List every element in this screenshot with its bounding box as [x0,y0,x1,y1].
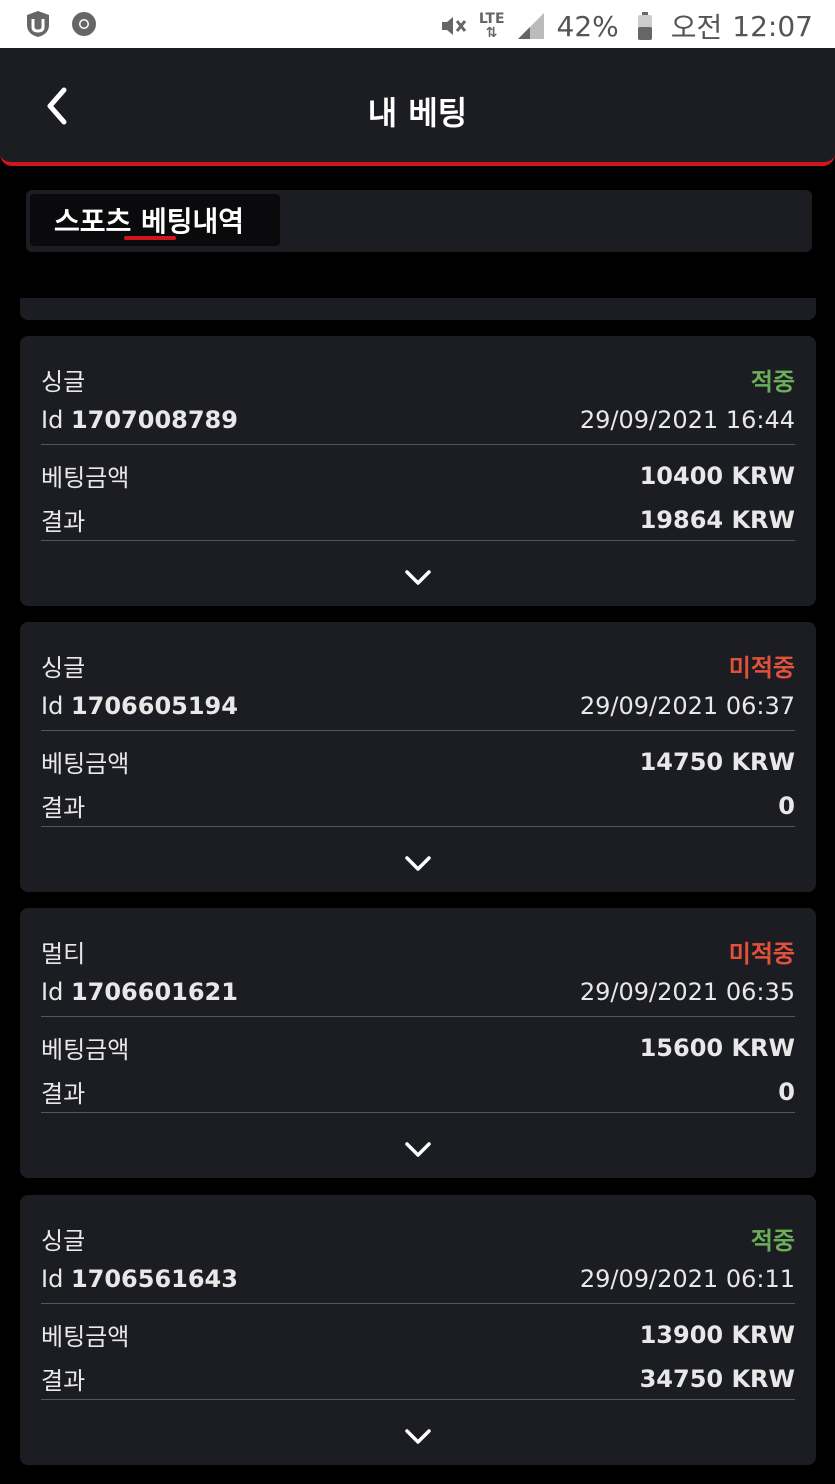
divider [41,1303,795,1304]
bet-id: Id 1707008789 [41,406,238,434]
amount-value: 10400 KRW [639,461,795,490]
result-label: 결과 [41,1367,86,1395]
bet-type: 멀티 [41,940,86,968]
tab-active-indicator [124,236,176,240]
id-label: Id [41,692,64,720]
result-label: 결과 [41,1080,86,1108]
bet-id: Id 1706605194 [41,692,238,720]
id-value: 1706605194 [70,692,238,720]
result-value: 0 [778,1077,795,1106]
amount-label: 베팅금액 [41,1036,130,1064]
divider [41,1016,795,1017]
expand-button[interactable] [400,1136,436,1164]
result-value: 19864 KRW [639,505,795,534]
battery-icon [629,10,661,42]
divider [41,730,795,731]
network-type: LTE ⇅ [478,11,505,41]
signal-icon [515,10,547,42]
bet-card: 싱글 미적중 Id 1706605194 29/09/2021 06:37 베팅금액… [20,622,816,892]
page-title: 내 베팅 [367,94,468,132]
amount-label: 베팅금액 [41,750,130,778]
bet-status: 적중 [750,368,795,396]
expand-button[interactable] [400,564,436,592]
divider [41,444,795,445]
expand-button[interactable] [400,850,436,878]
bet-id: Id 1706561643 [41,1265,238,1293]
chrome-icon [68,8,100,40]
bet-card: 멀티 미적중 Id 1706601621 29/09/2021 06:35 베팅금액… [20,908,816,1178]
amount-label: 베팅금액 [41,464,130,492]
bet-id: Id 1706601621 [41,978,238,1006]
bet-status: 미적중 [728,654,795,682]
divider [41,826,795,827]
bet-datetime: 29/09/2021 06:37 [579,692,795,720]
chevron-down-icon [405,856,431,871]
result-value: 34750 KRW [639,1364,795,1393]
expand-button[interactable] [400,1423,436,1451]
mute-icon [437,10,469,42]
clock-ampm: 오전 [670,11,723,44]
id-label: Id [41,406,64,434]
bet-card: 싱글 적중 Id 1706561643 29/09/2021 06:11 베팅금액 1… [20,1195,816,1465]
clock-time: 12:07 [732,9,813,43]
chevron-down-icon [405,570,431,585]
id-value: 1706601621 [70,978,238,1006]
chevron-down-icon [405,1142,431,1157]
id-label: Id [41,1265,64,1293]
id-value: 1707008789 [70,406,238,434]
amount-value: 13900 KRW [639,1320,795,1349]
id-label: Id [41,978,64,1006]
app-header: 내 베팅 [0,48,835,166]
status-bar: LTE ⇅ 42% 오전 12:07 [0,0,835,48]
tab-sports-bet-history[interactable]: 스포츠 베팅내역 [30,194,280,246]
divider [41,540,795,541]
previous-card-edge [20,298,816,320]
bet-datetime: 29/09/2021 06:11 [579,1265,795,1293]
result-label: 결과 [41,508,86,536]
divider [41,1112,795,1113]
bet-card: 싱글 적중 Id 1707008789 29/09/2021 16:44 베팅금액 1… [20,336,816,606]
bet-type: 싱글 [41,368,86,396]
chevron-down-icon [405,1429,431,1444]
amount-value: 14750 KRW [639,747,795,776]
divider [41,1399,795,1400]
amount-label: 베팅금액 [41,1323,130,1351]
tab-label: 스포츠 베팅내역 [54,205,245,238]
result-label: 결과 [41,794,86,822]
battery-percent: 42% [556,9,619,43]
bet-datetime: 29/09/2021 06:35 [579,978,795,1006]
tab-bar: 스포츠 베팅내역 [26,190,812,252]
amount-value: 15600 KRW [639,1033,795,1062]
bet-type: 싱글 [41,654,86,682]
bet-type: 싱글 [41,1227,86,1255]
shield-app-icon [22,8,54,40]
bet-status: 적중 [750,1227,795,1255]
result-value: 0 [778,791,795,820]
bet-status: 미적중 [728,940,795,968]
bet-datetime: 29/09/2021 16:44 [579,406,795,434]
id-value: 1706561643 [70,1265,238,1293]
